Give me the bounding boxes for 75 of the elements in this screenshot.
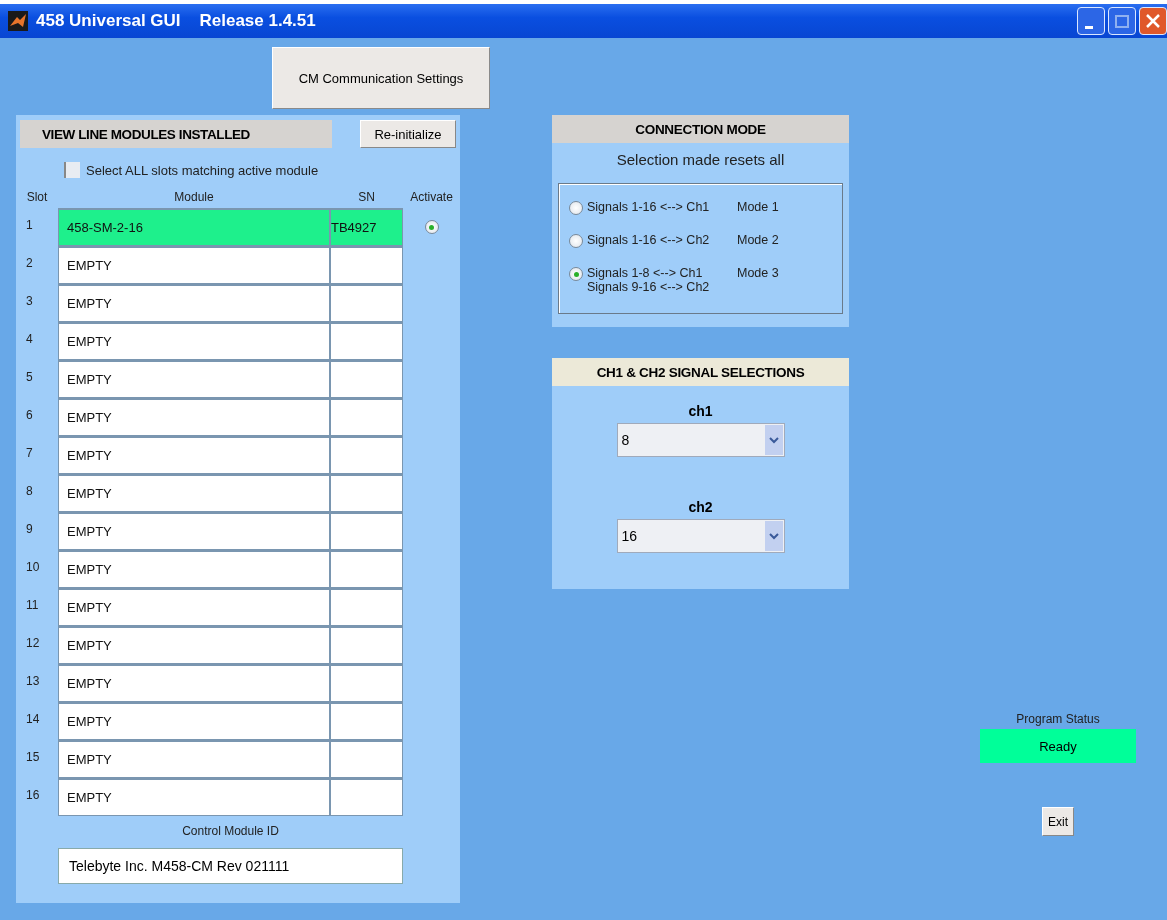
maximize-icon	[1115, 14, 1129, 28]
note-text: Selection made resets all	[615, 151, 786, 170]
app-icon	[8, 11, 28, 31]
minimize-icon	[1085, 25, 1093, 29]
slot-number: 2	[25, 255, 34, 272]
module-cell: EMPTY	[58, 284, 330, 322]
module-cell: EMPTY	[58, 702, 330, 740]
module-cell: EMPTY	[58, 550, 330, 588]
panel-title: VIEW LINE MODULES INSTALLED	[20, 120, 332, 148]
module-cell: EMPTY	[58, 512, 330, 550]
mode-name: Mode 2	[737, 233, 779, 247]
slot-number: 8	[25, 483, 34, 500]
mode-radio[interactable]	[569, 234, 583, 248]
slot-number: 15	[25, 749, 41, 766]
slot-number: 14	[25, 711, 41, 728]
mode-option-label: Signals 1-8 <--> Ch1	[587, 266, 704, 280]
close-icon	[1146, 14, 1160, 28]
slot-number: 16	[25, 787, 41, 804]
column-header: SN	[357, 190, 376, 204]
channel-dropdown[interactable]: 8	[616, 423, 785, 457]
slot-number: 6	[25, 407, 34, 424]
module-cell: EMPTY	[58, 398, 330, 436]
reinitialize-button[interactable]: Re-initialize	[360, 120, 456, 148]
module-cell: EMPTY	[58, 322, 330, 360]
cm-communication-settings-button[interactable]: CM Communication Settings	[272, 47, 490, 109]
slot-number: 12	[25, 635, 41, 652]
module-cell: EMPTY	[58, 626, 330, 664]
module-cell: EMPTY	[58, 778, 330, 816]
slot-number: 7	[25, 445, 34, 462]
program-status-label: Program Status	[1015, 712, 1101, 726]
module-cell: EMPTY	[58, 360, 330, 398]
program-status-field: Ready	[980, 729, 1136, 763]
close-button[interactable]	[1139, 7, 1167, 35]
slot-number: 9	[25, 521, 34, 538]
module-cell: EMPTY	[58, 664, 330, 702]
maximize-button[interactable]	[1108, 7, 1136, 35]
control-module-label: Control Module ID	[181, 824, 280, 840]
panel-title: CH1 & CH2 SIGNAL SELECTIONS	[552, 358, 849, 386]
control-module-id-field: Telebyte Inc. M458-CM Rev 021111	[58, 848, 403, 884]
select-all-checkbox[interactable]	[64, 162, 80, 178]
slot-number: 4	[25, 331, 34, 348]
mode-radio[interactable]	[569, 267, 583, 281]
slot-number: 11	[25, 597, 40, 614]
column-header: Activate	[409, 190, 454, 204]
mode-option-label: Signals 1-16 <--> Ch1	[587, 200, 711, 214]
mode-option-label: Signals 1-16 <--> Ch2	[587, 233, 711, 247]
slot-number: 3	[25, 293, 34, 310]
minimize-button[interactable]	[1077, 7, 1105, 35]
slot-number: 13	[25, 673, 41, 690]
panel-title: CONNECTION MODE	[552, 115, 849, 143]
module-cell: EMPTY	[58, 474, 330, 512]
column-header: Module	[173, 190, 215, 204]
channel-label: ch1	[688, 403, 713, 421]
chevron-down-icon	[767, 434, 780, 446]
module-cell: EMPTY	[58, 436, 330, 474]
exit-button[interactable]: Exit	[1042, 807, 1074, 836]
channel-dropdown[interactable]: 16	[616, 519, 785, 553]
column-header: Slot	[25, 190, 49, 204]
slot-number: 5	[25, 369, 34, 386]
mode-option-label: Signals 9-16 <--> Ch2	[587, 280, 711, 294]
slot-number: 1	[25, 217, 34, 234]
module-cell: 458-SM-2-16	[58, 208, 330, 246]
mode-radio[interactable]	[569, 201, 583, 215]
mode-name: Mode 3	[737, 266, 779, 280]
serial-number-cell: TB4927	[330, 208, 403, 246]
slot-number: 10	[25, 559, 41, 576]
window-title: 458 Universal GUI Release 1.4.51	[36, 11, 316, 31]
module-cell: EMPTY	[58, 740, 330, 778]
checkbox-label: Select ALL slots matching active module	[86, 162, 319, 178]
module-cell: EMPTY	[58, 246, 330, 284]
activate-radio[interactable]	[424, 220, 439, 234]
module-cell: EMPTY	[58, 588, 330, 626]
mode-name: Mode 1	[737, 200, 779, 214]
channel-label: ch2	[688, 499, 713, 517]
chevron-down-icon	[767, 530, 780, 542]
